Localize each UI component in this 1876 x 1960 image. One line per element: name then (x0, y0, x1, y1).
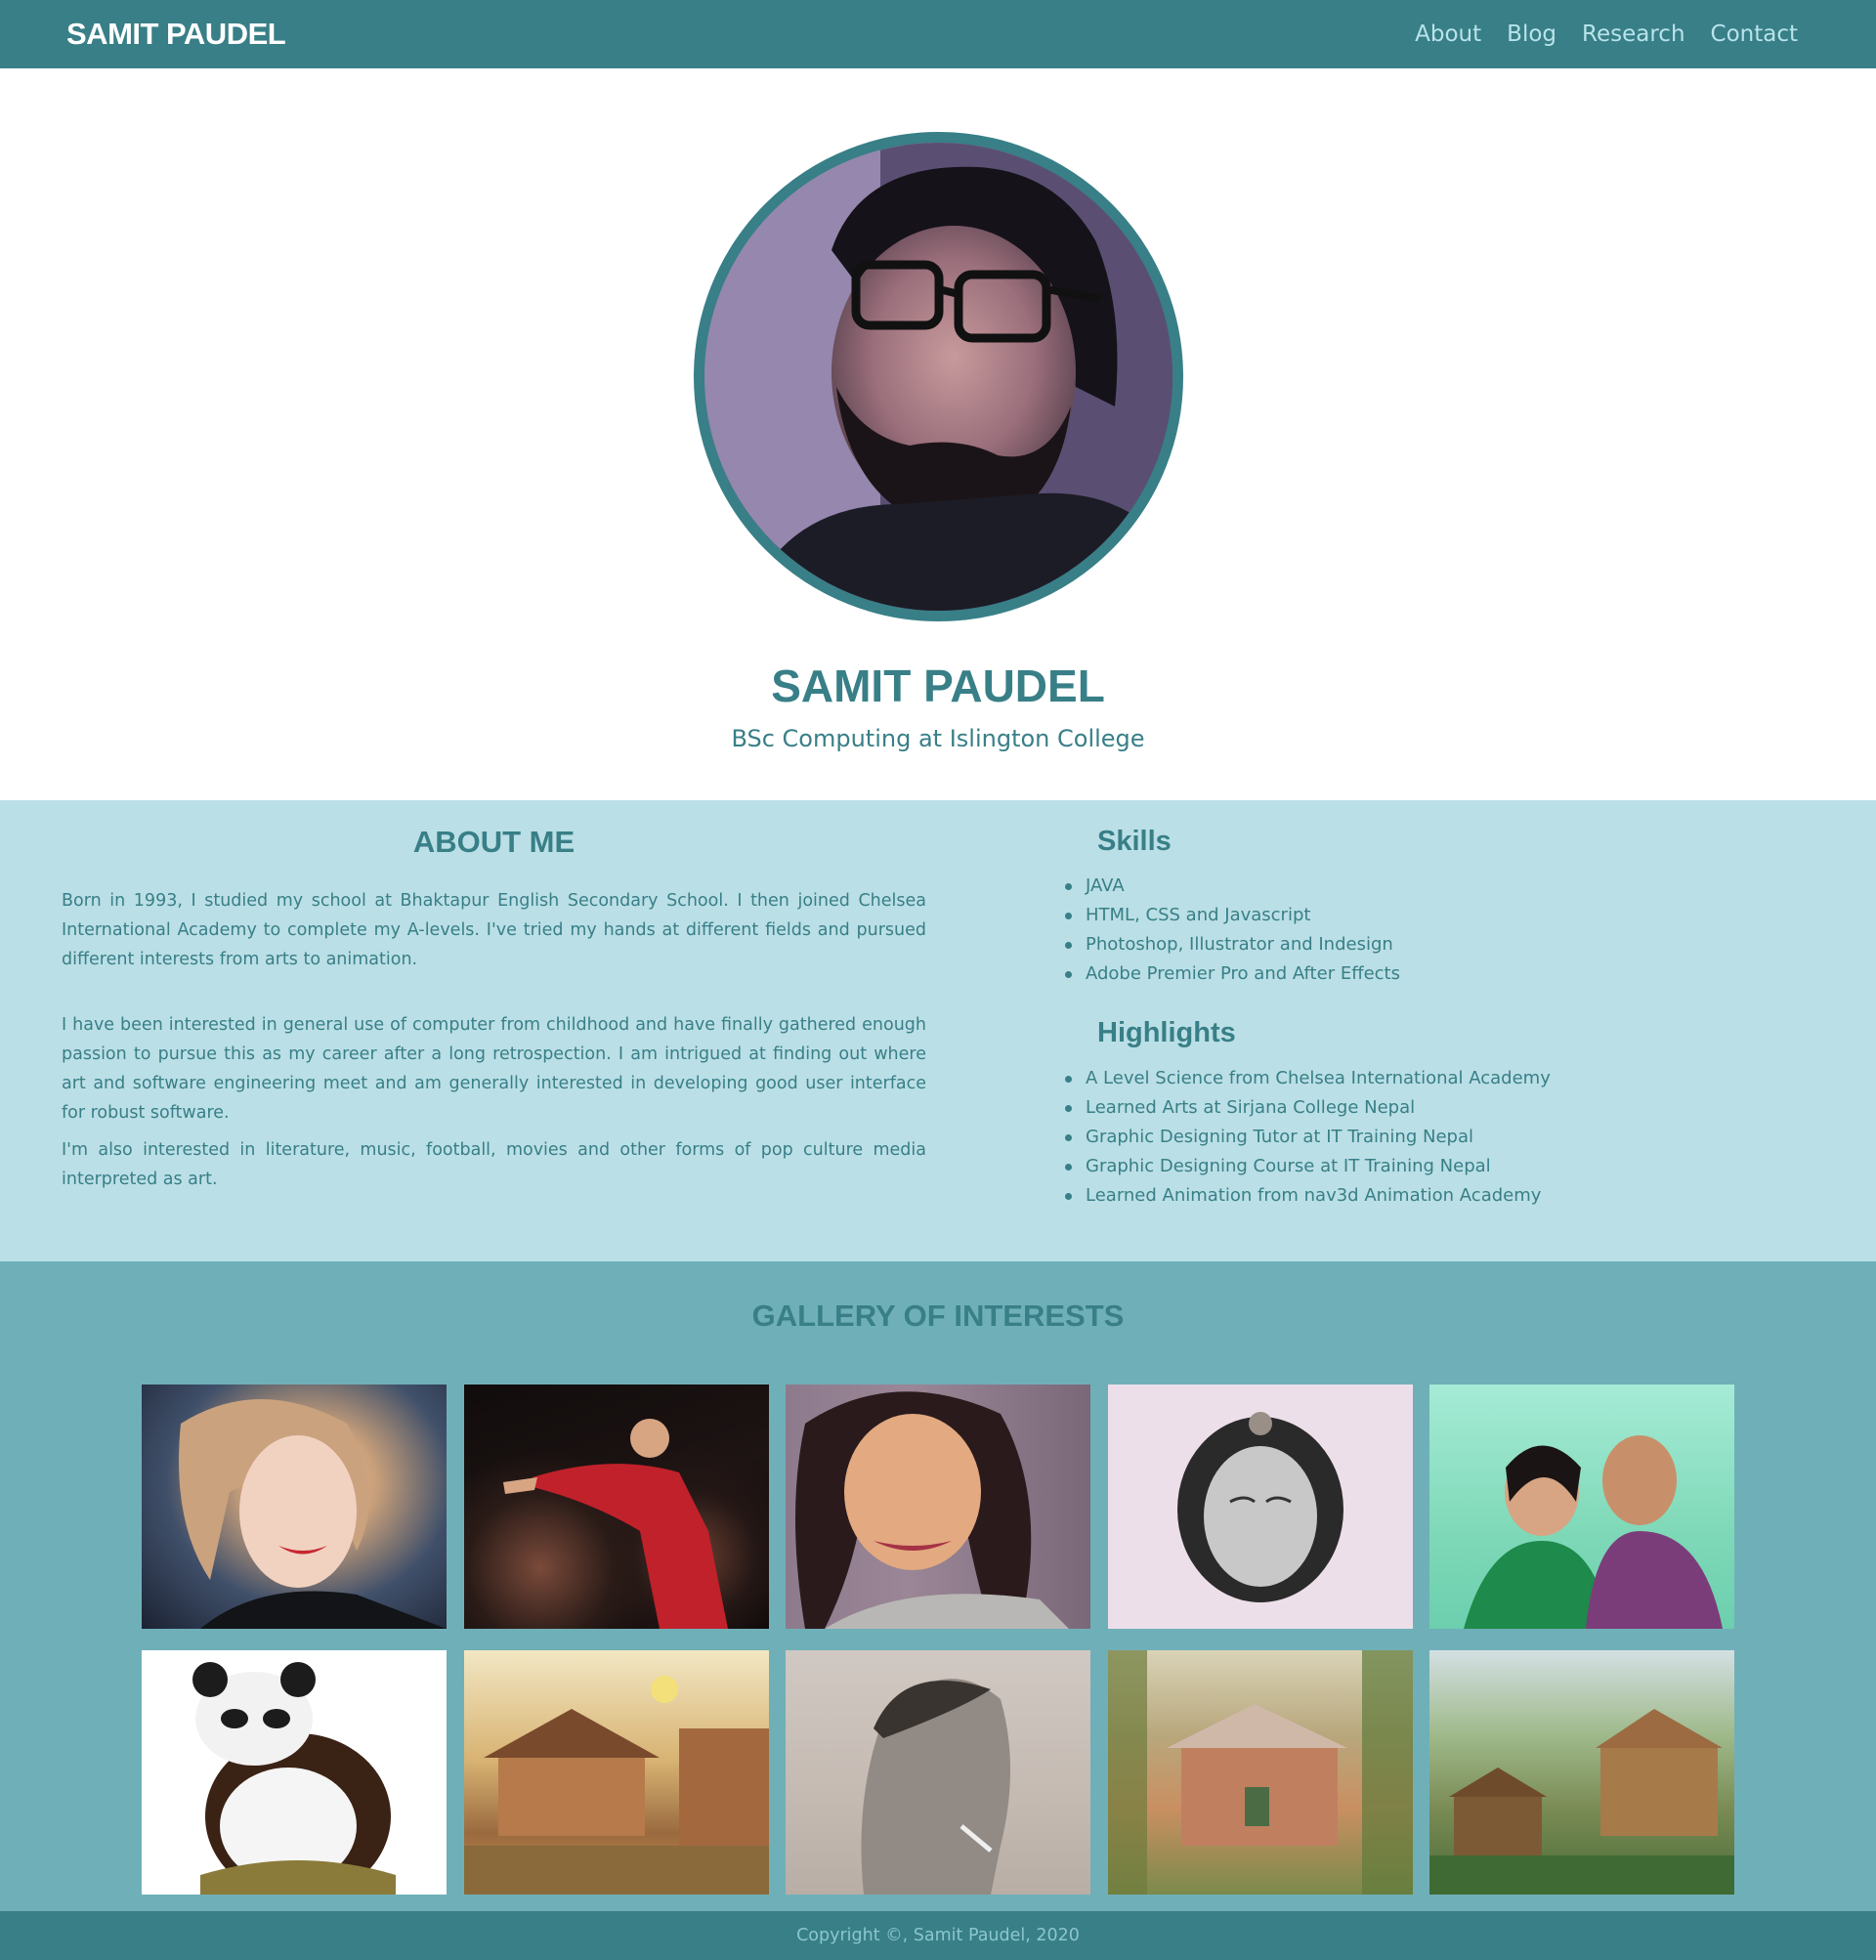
skills-list: JAVA HTML, CSS and Javascript Photoshop,… (1063, 872, 1400, 989)
footer: Copyright ©, Samit Paudel, 2020 (0, 1911, 1876, 1960)
gallery-image-footballer[interactable] (463, 1385, 769, 1629)
skills-title: Skills (1097, 826, 1172, 857)
skill-item: Adobe Premier Pro and After Effects (1063, 959, 1400, 989)
about-paragraph: I have been interested in general use of… (62, 1015, 926, 1123)
gallery-grid (142, 1385, 1734, 1895)
highlights-list: A Level Science from Chelsea Internation… (1063, 1064, 1551, 1211)
hero-name: SAMIT PAUDEL (771, 660, 1105, 711)
nav-link-about[interactable]: About (1415, 21, 1481, 47)
hero-section: SAMIT PAUDEL BSc Computing at Islington … (0, 68, 1876, 800)
highlight-item: Learned Animation from nav3d Animation A… (1063, 1181, 1551, 1211)
gallery-image-buddha[interactable] (1107, 1385, 1413, 1629)
about-paragraph: I'm also interested in literature, music… (62, 1140, 926, 1189)
profile-avatar (694, 132, 1183, 621)
hero-subtitle: BSc Computing at Islington College (731, 725, 1145, 752)
skill-item: Photoshop, Illustrator and Indesign (1063, 930, 1400, 959)
highlights-title: Highlights (1097, 1017, 1236, 1048)
gallery-section: GALLERY OF INTERESTS (0, 1261, 1876, 1911)
about-section: ABOUT ME Born in 1993, I studied my scho… (0, 800, 1876, 1261)
skill-item: JAVA (1063, 872, 1400, 901)
gallery-image-couple-portrait[interactable] (1429, 1385, 1734, 1629)
gallery-image-watercolor-house-1[interactable] (463, 1650, 769, 1895)
about-paragraph: Born in 1993, I studied my school at Bha… (62, 891, 926, 969)
about-title: ABOUT ME (412, 825, 576, 859)
highlight-item: Graphic Designing Tutor at IT Training N… (1063, 1123, 1551, 1152)
nav-links: About Blog Research Contact (1415, 21, 1798, 47)
gallery-image-pencil-sketch[interactable] (786, 1650, 1090, 1895)
profile-photo (704, 143, 1172, 611)
gallery-title: GALLERY OF INTERESTS (751, 1299, 1125, 1333)
nav-link-blog[interactable]: Blog (1507, 21, 1556, 47)
nav-link-research[interactable]: Research (1582, 21, 1685, 47)
nav-link-contact[interactable]: Contact (1711, 21, 1798, 47)
navbar: SAMIT PAUDEL About Blog Research Contact (0, 0, 1876, 68)
gallery-image-portrait-blonde[interactable] (142, 1385, 447, 1629)
gallery-image-panda[interactable] (142, 1650, 447, 1895)
brand-logo[interactable]: SAMIT PAUDEL (66, 17, 286, 52)
highlight-item: Learned Arts at Sirjana College Nepal (1063, 1093, 1551, 1123)
skill-item: HTML, CSS and Javascript (1063, 901, 1400, 930)
gallery-image-watercolor-village[interactable] (1429, 1650, 1734, 1895)
footer-copyright: Copyright ©, Samit Paudel, 2020 (796, 1926, 1080, 1945)
highlight-item: A Level Science from Chelsea Internation… (1063, 1064, 1551, 1093)
gallery-image-watercolor-house-2[interactable] (1107, 1650, 1413, 1895)
gallery-image-portrait-woman[interactable] (786, 1385, 1090, 1629)
highlight-item: Graphic Designing Course at IT Training … (1063, 1152, 1551, 1181)
